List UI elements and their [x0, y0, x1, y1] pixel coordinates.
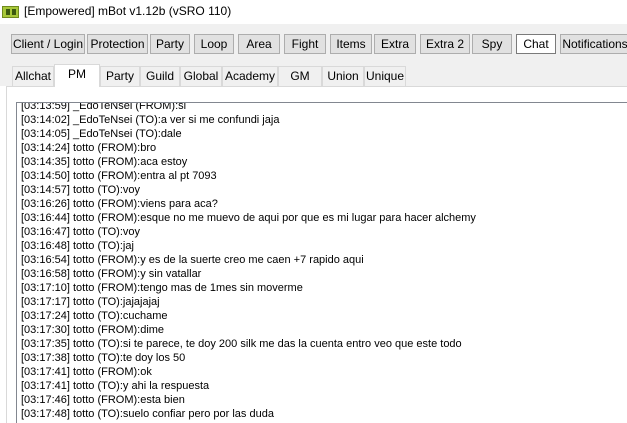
tab-items[interactable]: Items [330, 34, 372, 54]
chat-message: [03:16:48] totto (TO):jaj [21, 240, 134, 252]
chat-message: [03:14:24] totto (FROM):bro [21, 142, 157, 154]
tab-spy[interactable]: Spy [472, 34, 512, 54]
tab-loop[interactable]: Loop [194, 34, 234, 54]
chat-message: [03:16:44] totto (FROM):esque no me muev… [21, 212, 476, 224]
chat-message: [03:17:17] totto (TO):jajajajaj [21, 296, 160, 308]
chat-message: [03:17:46] totto (FROM):esta bien [21, 394, 185, 406]
chat-tab-gm[interactable]: GM [278, 66, 322, 86]
tab-extra[interactable]: Extra [374, 34, 416, 54]
chat-message: [03:14:50] totto (FROM):entra al pt 7093 [21, 170, 217, 182]
tab-fight[interactable]: Fight [284, 34, 326, 54]
chat-message: [03:16:54] totto (FROM):y es de la suert… [21, 254, 364, 266]
tab-notifications[interactable]: Notifications [560, 34, 627, 54]
mbot-app-icon [2, 6, 19, 18]
chat-message: [03:17:24] totto (TO):cuchame [21, 310, 168, 322]
chat-message: [03:16:58] totto (FROM):y sin vatallar [21, 268, 202, 280]
chat-message: [03:13:59] _EdoTeNsei (FROM):si [21, 102, 187, 112]
chat-lines: [03:13:59] _EdoTeNsei (FROM):si [03:14:0… [21, 102, 476, 421]
tab-chat[interactable]: Chat [516, 34, 556, 54]
chat-tab-academy[interactable]: Academy [222, 66, 278, 86]
chat-message: [03:14:57] totto (TO):voy [21, 184, 141, 196]
chat-message: [03:14:02] _EdoTeNsei (TO):a ver si me c… [21, 114, 280, 126]
main-tab-bar: Client / Login Protection Party Loop Are… [0, 24, 627, 64]
tab-party[interactable]: Party [150, 34, 190, 54]
chat-tab-unique[interactable]: Unique [364, 66, 406, 86]
chat-tab-global[interactable]: Global [180, 66, 222, 86]
chat-tab-guild[interactable]: Guild [140, 66, 180, 86]
chat-message: [03:17:48] totto (TO):suelo confiar pero… [21, 408, 274, 420]
chat-message: [03:17:10] totto (FROM):tengo mas de 1me… [21, 282, 303, 294]
chat-message: [03:17:30] totto (FROM):dime [21, 324, 165, 336]
window-title: [Empowered] mBot v1.12b (vSRO 110) [24, 4, 232, 18]
tab-extra-2[interactable]: Extra 2 [420, 34, 470, 54]
chat-tab-bar: Allchat PM Party Guild Global Academy GM… [0, 64, 627, 87]
chat-tab-union[interactable]: Union [322, 66, 364, 86]
title-bar[interactable]: [Empowered] mBot v1.12b (vSRO 110) [0, 0, 627, 24]
chat-message: [03:17:38] totto (TO):te doy los 50 [21, 352, 186, 364]
chat-message: [03:16:47] totto (TO):voy [21, 226, 141, 238]
tab-area[interactable]: Area [238, 34, 280, 54]
chat-tab-party[interactable]: Party [100, 66, 140, 86]
tab-protection[interactable]: Protection [87, 34, 148, 54]
chat-message: [03:14:35] totto (FROM):aca estoy [21, 156, 188, 168]
chat-message: [03:17:35] totto (TO):si te parece, te d… [21, 338, 462, 350]
chat-message: [03:16:26] totto (FROM):viens para aca? [21, 198, 218, 210]
chat-message: [03:17:41] totto (TO):y ahi la respuesta [21, 380, 210, 392]
pm-chat-log[interactable]: [03:13:59] _EdoTeNsei (FROM):si [03:14:0… [16, 102, 627, 423]
chat-tab-allchat[interactable]: Allchat [12, 66, 54, 86]
chat-message: [03:14:05] _EdoTeNsei (TO):dale [21, 128, 182, 140]
chat-tab-pm[interactable]: PM [54, 64, 100, 87]
tab-client-login[interactable]: Client / Login [11, 34, 85, 54]
chat-message: [03:17:41] totto (FROM):ok [21, 366, 152, 378]
